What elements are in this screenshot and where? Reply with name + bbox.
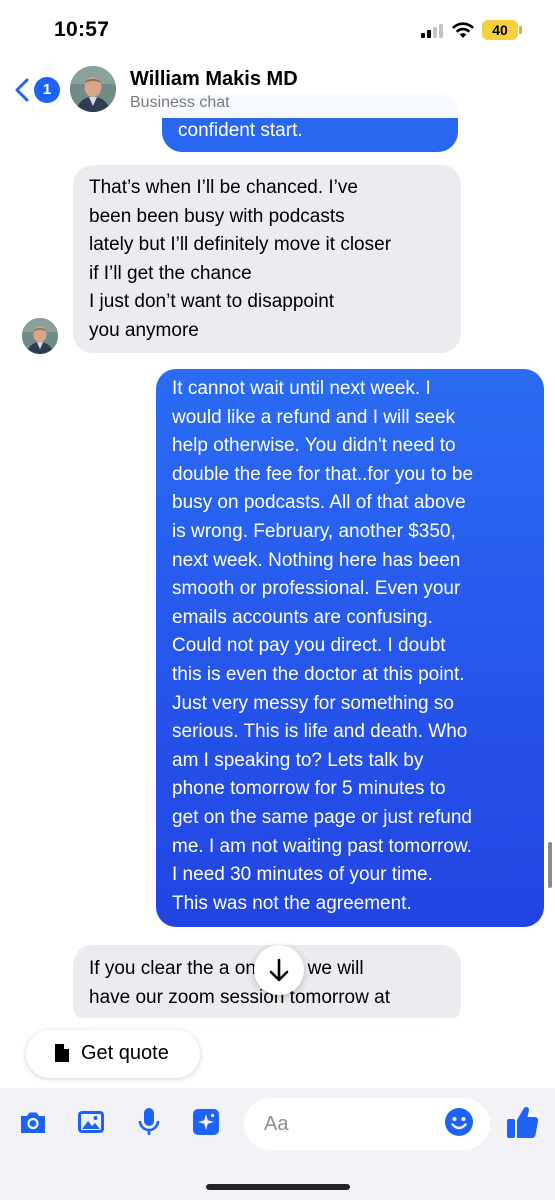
unread-count-badge: 1	[34, 77, 60, 103]
emoji-icon[interactable]	[444, 1107, 474, 1137]
status-time: 10:57	[54, 18, 110, 41]
gallery-icon[interactable]	[76, 1106, 106, 1138]
contact-avatar[interactable]	[70, 66, 116, 112]
arrow-down-icon	[269, 958, 289, 982]
scroll-to-bottom-button[interactable]	[254, 945, 304, 995]
get-quote-button[interactable]: Get quote	[26, 1030, 200, 1078]
scrollbar[interactable]	[548, 842, 552, 888]
person-photo-icon	[22, 318, 58, 354]
incoming-message-bubble[interactable]: That’s when I’ll be chanced. I’ve been b…	[73, 165, 461, 353]
quick-replies: Get quote	[0, 1018, 555, 1088]
get-quote-label: Get quote	[81, 1042, 169, 1064]
message-input[interactable]	[264, 1098, 444, 1150]
message-text: confident start.	[178, 120, 303, 141]
thumbs-up-icon[interactable]	[505, 1104, 539, 1140]
back-button[interactable]: 1	[14, 76, 60, 106]
battery-indicator: 40	[482, 20, 518, 40]
sender-avatar[interactable]	[22, 318, 58, 354]
camera-icon[interactable]	[18, 1106, 48, 1138]
person-photo-icon	[70, 66, 116, 112]
status-bar: 10:57 40	[0, 0, 555, 56]
contact-name[interactable]: William Makis MD	[130, 68, 298, 91]
battery-tip	[519, 26, 522, 34]
home-indicator	[206, 1184, 350, 1190]
contact-subtitle: Business chat	[130, 94, 230, 111]
message-composer	[0, 1088, 555, 1200]
cellular-signal-icon	[421, 24, 445, 38]
ai-sparkle-icon[interactable]	[191, 1106, 221, 1138]
chevron-left-icon	[15, 78, 29, 102]
document-icon	[55, 1044, 69, 1062]
chat-header: 1 William Makis MD Business chat	[0, 56, 555, 118]
wifi-icon	[452, 22, 474, 38]
microphone-icon[interactable]	[134, 1106, 164, 1138]
outgoing-message-bubble[interactable]: It cannot wait until next week. I would …	[156, 369, 544, 927]
